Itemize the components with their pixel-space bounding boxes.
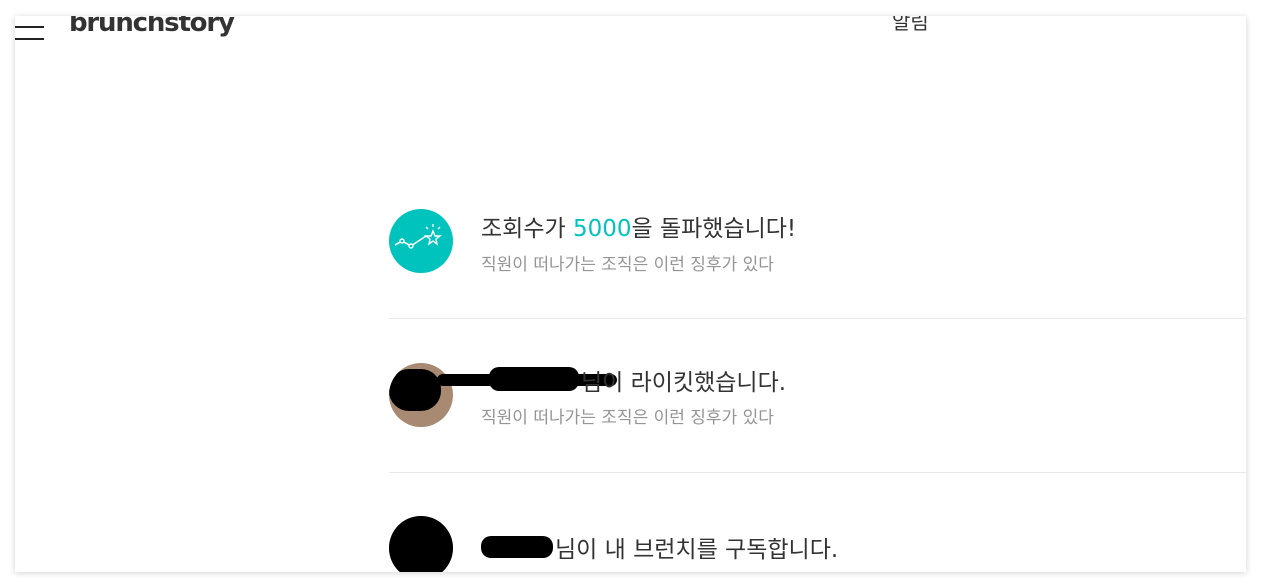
headline-count: 5000 (572, 216, 632, 242)
user-avatar[interactable] (389, 363, 453, 427)
stats-sparkle-icon (389, 209, 453, 273)
menu-button[interactable] (15, 24, 45, 44)
headline-text: 님이 내 브런치를 구독합니다. (555, 537, 839, 563)
notification-article-title[interactable]: 직원이 떠나가는 조직은 이런 징후가 있다 (481, 403, 774, 428)
notification-headline: 님이 라이킷했습니다. (581, 363, 786, 397)
redaction-mark (389, 369, 441, 411)
notification-panel: brunchstory 알림 조회수가 5000을 돌파했습니다! 직원이 떠나… (15, 16, 1246, 572)
user-avatar[interactable] (389, 516, 453, 572)
headline-text: 조회수가 (481, 216, 573, 242)
divider (389, 472, 1246, 473)
page-title: 알림 (892, 16, 929, 34)
logo[interactable]: brunchstory (69, 16, 235, 38)
notification-headline: 조회수가 5000을 돌파했습니다! (481, 209, 796, 243)
headline-text: 을 돌파했습니다! (631, 216, 797, 242)
notification-article-title[interactable]: 직원이 떠나가는 조직은 이런 징후가 있다 (481, 250, 774, 275)
menu-icon-line (15, 38, 44, 40)
redaction-mark (489, 367, 579, 391)
redaction-mark (481, 536, 553, 558)
menu-icon-line (15, 26, 44, 28)
divider (389, 318, 1246, 319)
notification-headline: 님이 내 브런치를 구독합니다. (555, 530, 838, 564)
headline-text: 님이 라이킷했습니다. (581, 370, 787, 396)
redaction-mark (389, 516, 453, 572)
